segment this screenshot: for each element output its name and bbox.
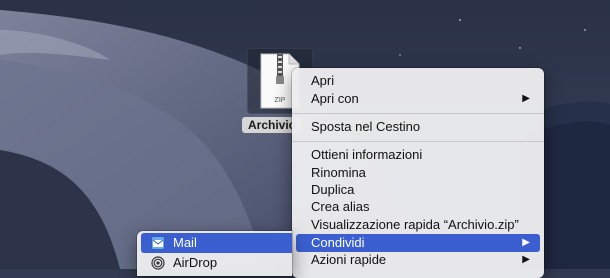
menu-item-sposta-nel-cestino[interactable]: Sposta nel Cestino bbox=[296, 118, 540, 136]
share-item-airdrop[interactable]: AirDrop bbox=[141, 253, 292, 273]
menu-item-duplica[interactable]: Duplica bbox=[296, 181, 540, 199]
context-menu: Apri Apri con ▶ Sposta nel Cestino Ottien… bbox=[292, 68, 544, 278]
menu-item-crea-alias[interactable]: Crea alias bbox=[296, 198, 540, 216]
mail-icon bbox=[151, 236, 165, 250]
submenu-arrow-icon: ▶ bbox=[522, 93, 530, 104]
submenu-arrow-icon: ▶ bbox=[522, 237, 530, 248]
menu-item-visualizzazione-rapida[interactable]: Visualizzazione rapida “Archivio.zip” bbox=[296, 216, 540, 234]
menu-item-apri-con[interactable]: Apri con ▶ bbox=[296, 90, 540, 108]
menu-item-apri[interactable]: Apri bbox=[296, 72, 540, 90]
menu-separator bbox=[292, 113, 544, 114]
airdrop-icon bbox=[151, 256, 165, 270]
menu-item-azioni-rapide[interactable]: Azioni rapide ▶ bbox=[296, 251, 540, 269]
share-submenu: Mail AirDrop bbox=[137, 231, 292, 276]
menu-item-ottieni-informazioni[interactable]: Ottieni informazioni bbox=[296, 146, 540, 164]
menu-separator bbox=[292, 141, 544, 142]
menu-item-condividi[interactable]: Condividi ▶ bbox=[296, 234, 540, 252]
menu-item-rinomina[interactable]: Rinomina bbox=[296, 164, 540, 182]
zip-badge: ZIP bbox=[275, 97, 286, 104]
submenu-arrow-icon: ▶ bbox=[522, 254, 530, 265]
share-item-mail[interactable]: Mail bbox=[141, 233, 292, 253]
